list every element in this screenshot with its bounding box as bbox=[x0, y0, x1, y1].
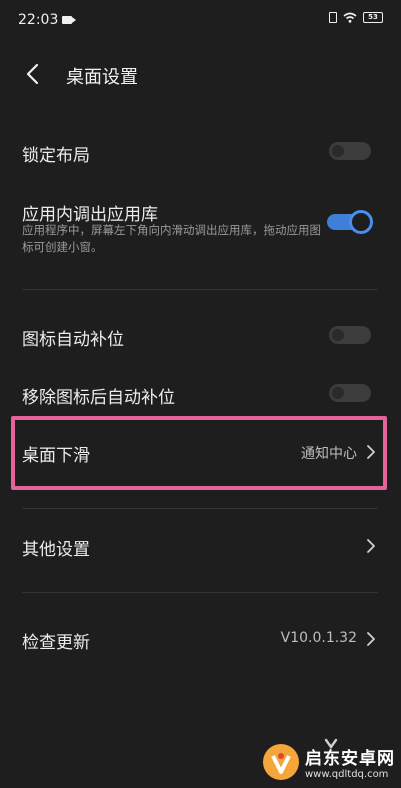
status-icons: 53 bbox=[329, 12, 383, 23]
watermark-url: www.qdltdq.com bbox=[305, 769, 389, 780]
chevron-right-icon bbox=[367, 632, 375, 646]
setting-check-update[interactable]: 检查更新 V10.0.1.32 bbox=[0, 619, 401, 659]
lock-layout-toggle[interactable] bbox=[329, 142, 371, 160]
setting-auto-fill-after-remove[interactable]: 移除图标后自动补位 bbox=[0, 374, 401, 414]
setting-label: 图标自动补位 bbox=[22, 330, 124, 350]
watermark-title: 启东安卓网 bbox=[305, 749, 395, 769]
divider bbox=[22, 592, 378, 593]
back-arrow-icon[interactable] bbox=[22, 62, 46, 86]
setting-label: 移除图标后自动补位 bbox=[22, 388, 175, 408]
divider bbox=[22, 508, 378, 509]
highlight-annotation bbox=[11, 416, 387, 490]
watermark: 启东安卓网 www.qdltdq.com bbox=[261, 740, 397, 784]
watermark-logo-icon bbox=[263, 744, 299, 780]
setting-label: 锁定布局 bbox=[22, 146, 90, 166]
setting-other-settings[interactable]: 其他设置 bbox=[0, 526, 401, 566]
setting-description: 应用程序中，屏幕左下角向内滑动调出应用库，拖动应用图标可创建小窗。 bbox=[22, 223, 321, 254]
setting-label: 其他设置 bbox=[22, 540, 90, 560]
battery-icon: 53 bbox=[363, 12, 383, 23]
chevron-right-icon bbox=[367, 539, 375, 553]
sim-card-icon bbox=[329, 12, 337, 23]
divider bbox=[22, 289, 378, 290]
app-library-toggle[interactable] bbox=[327, 210, 373, 234]
setting-lock-layout[interactable]: 锁定布局 bbox=[0, 132, 401, 172]
auto-fill-after-remove-toggle[interactable] bbox=[329, 384, 371, 402]
auto-fill-icons-toggle[interactable] bbox=[329, 326, 371, 344]
video-recording-icon bbox=[62, 16, 76, 24]
header: 桌面设置 bbox=[0, 52, 401, 96]
setting-app-library[interactable]: 应用内调出应用库 应用程序中，屏幕左下角向内滑动调出应用库，拖动应用图标可创建小… bbox=[0, 196, 401, 266]
page-title: 桌面设置 bbox=[66, 67, 138, 88]
wifi-icon bbox=[343, 12, 357, 23]
status-time: 22:03 bbox=[18, 12, 59, 28]
setting-value: V10.0.1.32 bbox=[280, 630, 357, 646]
setting-auto-fill-icons[interactable]: 图标自动补位 bbox=[0, 316, 401, 356]
toggle-knob bbox=[349, 210, 373, 234]
setting-label: 检查更新 bbox=[22, 633, 90, 653]
status-bar: 22:03 53 bbox=[0, 0, 401, 40]
watermark-text: 启东安卓网 www.qdltdq.com bbox=[305, 744, 395, 780]
